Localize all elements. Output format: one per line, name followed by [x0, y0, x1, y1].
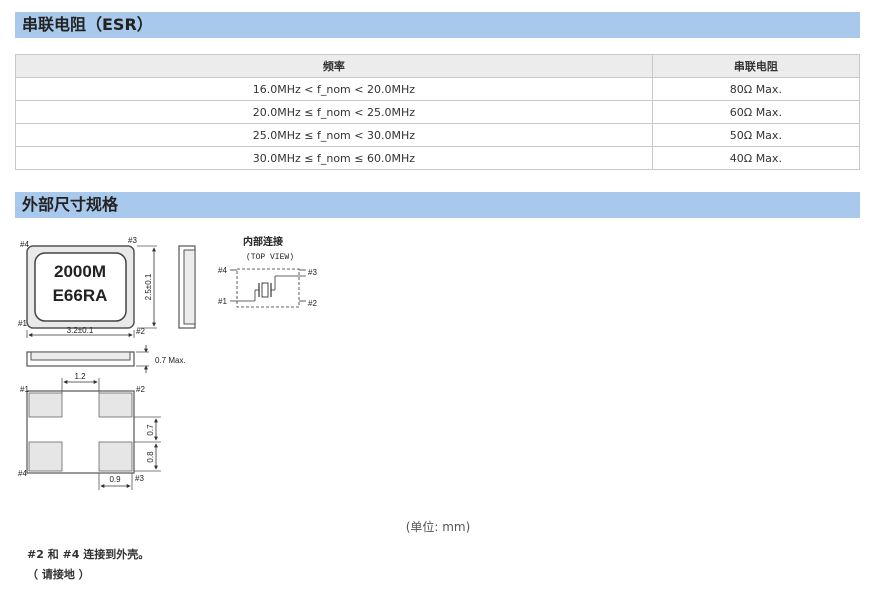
dim-thickness-label: 0.7 Max.	[155, 356, 186, 365]
pin4-label: #4	[20, 240, 29, 249]
esr-table: 频率 串联电阻 16.0MHz < f_nom < 20.0MHz 80Ω Ma…	[15, 54, 861, 170]
internal-pin3-label: #3	[308, 268, 317, 277]
note-case-connection: #2 和 #4 连接到外壳。	[27, 548, 150, 561]
table-header-row: 频率 串联电阻	[15, 54, 861, 78]
esr-cell: 60Ω Max.	[651, 100, 861, 124]
pad-pin2-label: #2	[136, 385, 145, 394]
note-ground: （ 请接地 ）	[27, 568, 90, 581]
dim-height-label: 2.5±0.1	[144, 273, 153, 300]
marking-line1: 2000M	[54, 262, 106, 281]
esr-cell: 50Ω Max.	[651, 123, 861, 147]
dim-pad-height2-label: 0.8	[146, 451, 155, 463]
dimensions-section-title: 外部尺寸规格	[15, 192, 860, 218]
unit-label: (单位: mm)	[405, 520, 471, 534]
frequency-cell: 30.0MHz ≤ f_nom ≤ 60.0MHz	[15, 146, 653, 170]
dim-pad-width-label: 0.9	[109, 475, 121, 484]
internal-connection-diagram	[230, 268, 306, 308]
pad-pin4-label: #4	[18, 469, 27, 478]
pad-pin1-label: #1	[20, 385, 29, 394]
package-bottom-view	[26, 390, 135, 474]
package-side-view	[178, 245, 196, 329]
frequency-cell: 16.0MHz < f_nom < 20.0MHz	[15, 77, 653, 101]
dimension-drawing: 2000M E66RA #4 #3 #1 #2 3.2±0.1 2.5±0.1 …	[18, 235, 317, 490]
table-row: 30.0MHz ≤ f_nom ≤ 60.0MHz 40Ω Max.	[15, 146, 861, 170]
internal-pin4-label: #4	[218, 266, 227, 275]
esr-cell: 80Ω Max.	[651, 77, 861, 101]
column-header-esr: 串联电阻	[651, 54, 861, 78]
top-view-label: (TOP VIEW)	[246, 253, 294, 262]
package-top-view: 2000M E66RA	[26, 245, 135, 329]
frequency-cell: 25.0MHz ≤ f_nom < 30.0MHz	[15, 123, 653, 147]
pad-pin3-label: #3	[135, 474, 144, 483]
pin1-label: #1	[18, 319, 27, 328]
pin3-label: #3	[128, 236, 137, 245]
dim-pad-spacing-label: 1.2	[74, 372, 86, 381]
marking-line2: E66RA	[53, 286, 108, 305]
internal-connection-title: 内部连接	[243, 235, 283, 248]
column-header-frequency: 频率	[15, 54, 653, 78]
frequency-cell: 20.0MHz ≤ f_nom < 25.0MHz	[15, 100, 653, 124]
package-front-view	[26, 351, 135, 367]
internal-pin1-label: #1	[218, 297, 227, 306]
table-row: 25.0MHz ≤ f_nom < 30.0MHz 50Ω Max.	[15, 123, 861, 147]
dim-width-label: 3.2±0.1	[67, 326, 94, 335]
table-row: 16.0MHz < f_nom < 20.0MHz 80Ω Max.	[15, 77, 861, 101]
table-row: 20.0MHz ≤ f_nom < 25.0MHz 60Ω Max.	[15, 100, 861, 124]
dim-pad-height1-label: 0.7	[146, 424, 155, 436]
esr-cell: 40Ω Max.	[651, 146, 861, 170]
esr-section-title: 串联电阻（ESR）	[15, 12, 860, 38]
internal-pin2-label: #2	[308, 299, 317, 308]
